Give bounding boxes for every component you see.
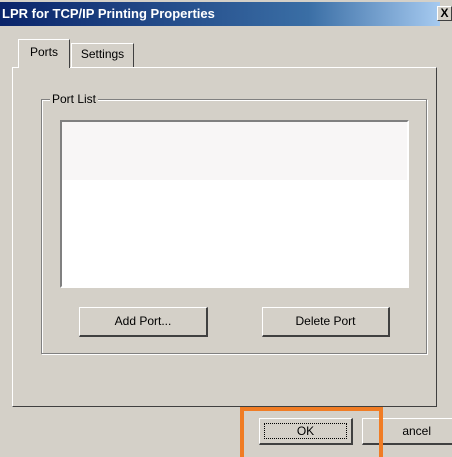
tab-settings[interactable]: Settings bbox=[71, 43, 134, 67]
properties-dialog: LPR for TCP/IP Printing Properties X Por… bbox=[0, 0, 452, 457]
tab-ports[interactable]: Ports bbox=[18, 39, 70, 68]
title-bar[interactable]: LPR for TCP/IP Printing Properties bbox=[0, 2, 440, 26]
ok-highlight-annotation bbox=[240, 407, 383, 457]
window-title: LPR for TCP/IP Printing Properties bbox=[2, 6, 215, 21]
tab-ports-label: Ports bbox=[29, 45, 58, 59]
close-icon: X bbox=[440, 6, 449, 20]
tab-panel-ports bbox=[12, 67, 437, 407]
close-button[interactable]: X bbox=[437, 6, 452, 21]
cancel-label: ancel bbox=[402, 424, 431, 438]
tab-settings-label: Settings bbox=[80, 47, 125, 61]
